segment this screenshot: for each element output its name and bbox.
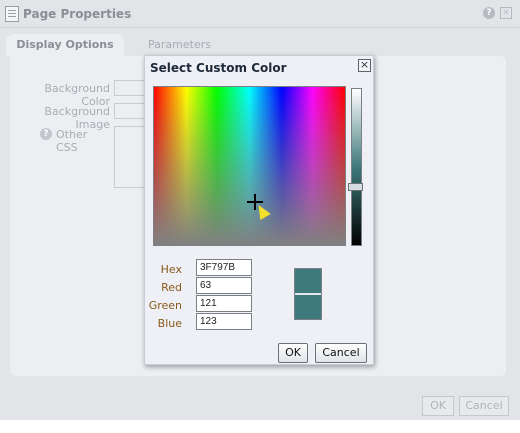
modal-title: Select Custom Color bbox=[150, 61, 287, 75]
hex-input[interactable]: 3F797B bbox=[196, 259, 252, 276]
dialog-title: Page Properties bbox=[23, 7, 132, 21]
select-custom-color-dialog: Select Custom Color × Hex 3F797B Red 63 … bbox=[144, 55, 374, 365]
document-icon bbox=[5, 6, 19, 22]
cancel-button[interactable]: Cancel bbox=[459, 396, 509, 416]
green-label: Green bbox=[148, 299, 182, 312]
color-preview-swatch bbox=[294, 268, 322, 320]
blue-label: Blue bbox=[157, 317, 182, 330]
help-icon[interactable]: ? bbox=[483, 7, 495, 19]
dialog-footer: OK Cancel bbox=[0, 386, 520, 420]
hex-label: Hex bbox=[160, 263, 182, 276]
green-input[interactable]: 121 bbox=[196, 295, 252, 312]
color-spectrum[interactable] bbox=[153, 86, 346, 246]
blue-input[interactable]: 123 bbox=[196, 313, 252, 330]
red-input[interactable]: 63 bbox=[196, 277, 252, 294]
cancel-button[interactable]: Cancel bbox=[315, 343, 367, 363]
tab-display-options[interactable]: Display Options bbox=[6, 34, 124, 56]
other-css-label: Other CSS bbox=[56, 128, 88, 154]
close-icon[interactable]: × bbox=[500, 7, 512, 19]
red-label: Red bbox=[161, 281, 182, 294]
brightness-slider[interactable] bbox=[351, 88, 362, 246]
ok-button[interactable]: OK bbox=[278, 343, 308, 363]
saturation-gradient bbox=[154, 87, 345, 245]
ok-button[interactable]: OK bbox=[422, 396, 454, 416]
close-icon[interactable]: × bbox=[358, 59, 371, 72]
dialog-titlebar: Page Properties ? × bbox=[0, 0, 520, 28]
help-icon[interactable]: ? bbox=[40, 128, 52, 140]
brightness-slider-thumb[interactable] bbox=[348, 183, 363, 191]
tab-parameters[interactable]: Parameters bbox=[148, 34, 211, 56]
